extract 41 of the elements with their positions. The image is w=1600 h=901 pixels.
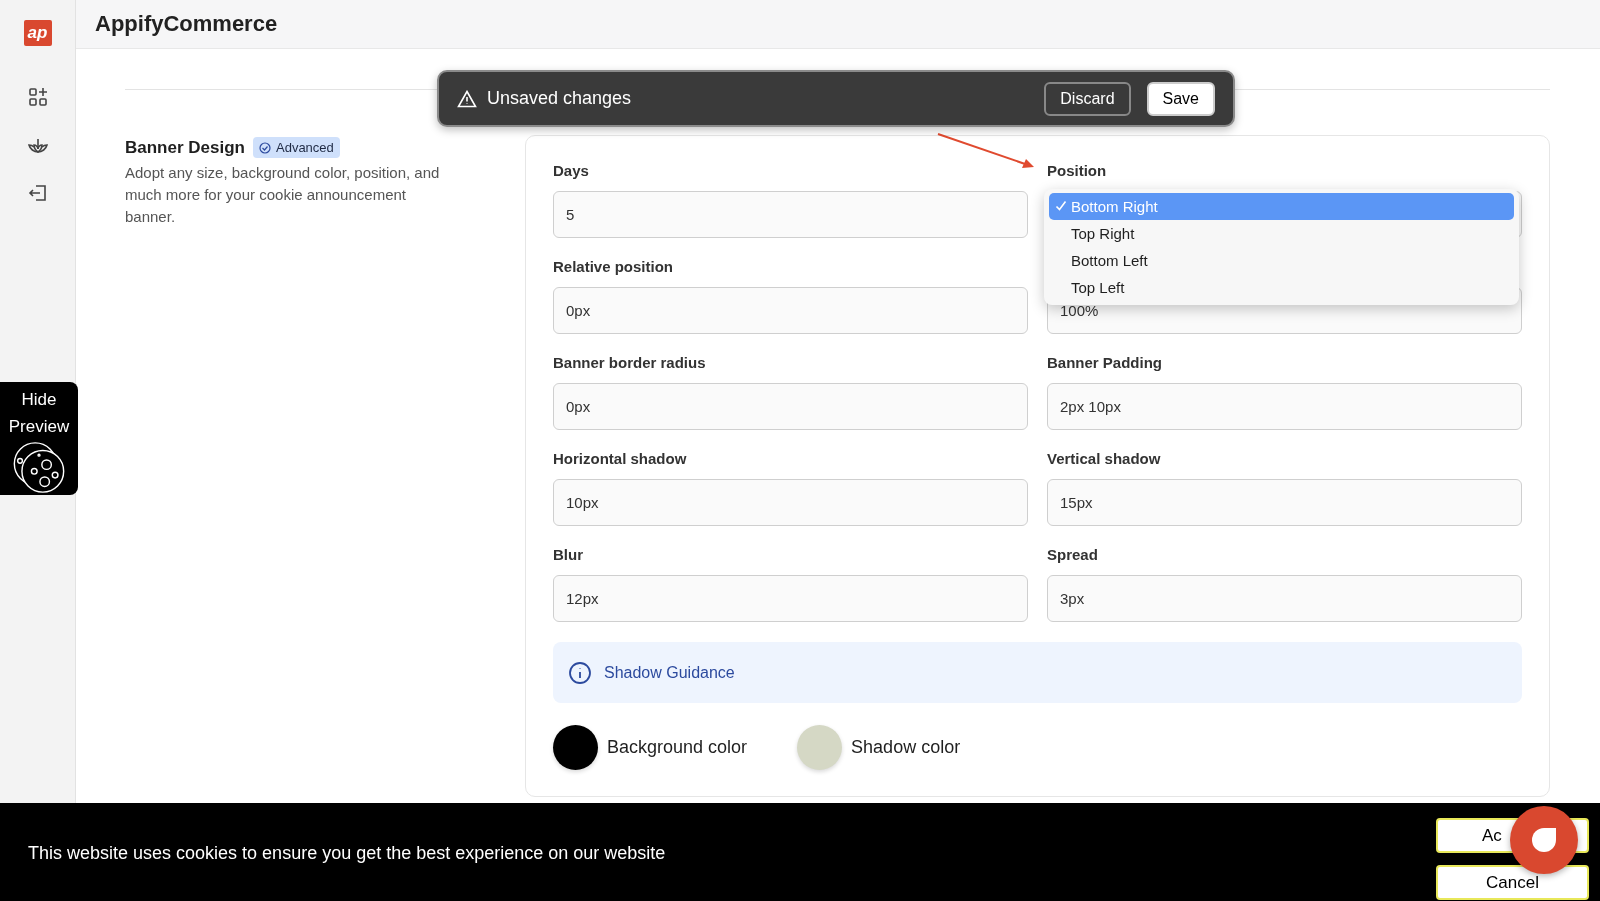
discard-button[interactable]: Discard: [1044, 81, 1131, 116]
info-icon: [568, 660, 592, 685]
app-title: AppifyCommerce: [95, 11, 278, 37]
color-swatch[interactable]: [797, 725, 843, 770]
section-title: Banner Design: [125, 137, 245, 158]
checkmark-icon: [1055, 200, 1067, 212]
field-label: Banner Padding: [1047, 354, 1163, 373]
color-label: Background color: [607, 737, 748, 758]
text-field[interactable]: 15px: [1047, 479, 1522, 526]
guidance-banner[interactable]: Shadow Guidance: [553, 642, 1522, 703]
field-label: Blur: [553, 546, 584, 565]
field-label: Position: [1047, 162, 1108, 181]
cookie-message: This website uses cookies to ensure you get the best experience on our website: [28, 843, 666, 864]
text-field[interactable]: 2px 10px: [1047, 383, 1522, 430]
warning-icon: [457, 89, 477, 108]
text-field[interactable]: 5: [553, 191, 1028, 238]
field-label: Banner border radius: [553, 354, 707, 373]
logout-icon[interactable]: [26, 182, 49, 204]
text-field[interactable]: 10px: [553, 479, 1028, 526]
advanced-badge: Advanced: [253, 137, 340, 158]
field-label: Vertical shadow: [1047, 450, 1162, 469]
color-swatch[interactable]: [553, 725, 598, 770]
apps-icon[interactable]: [26, 86, 49, 108]
dropdown-option[interactable]: Top Right: [1049, 220, 1514, 247]
field-label: Spread: [1047, 546, 1099, 565]
guidance-link[interactable]: Shadow Guidance: [604, 663, 735, 682]
text-field[interactable]: 0px: [553, 383, 1028, 430]
dropdown-option[interactable]: Bottom Left: [1049, 247, 1514, 274]
unsaved-message: Unsaved changes: [487, 88, 633, 109]
field-label: Relative position: [553, 258, 675, 277]
field-label: Horizontal shadow: [553, 450, 688, 469]
text-field[interactable]: 3px: [1047, 575, 1522, 622]
preview-toggle[interactable]: Hide Preview: [0, 382, 78, 495]
text-field[interactable]: 0px: [553, 287, 1028, 334]
color-label: Shadow color: [851, 737, 961, 758]
chat-bubble-icon: [1530, 826, 1558, 854]
save-button[interactable]: Save: [1146, 81, 1215, 116]
text-field[interactable]: 12px: [553, 575, 1028, 622]
field-label: Days: [553, 162, 590, 181]
app-logo[interactable]: ap: [23, 20, 52, 46]
section-description: Adopt any size, background color, position, and much more for your cookie announcement banner.: [125, 163, 441, 227]
